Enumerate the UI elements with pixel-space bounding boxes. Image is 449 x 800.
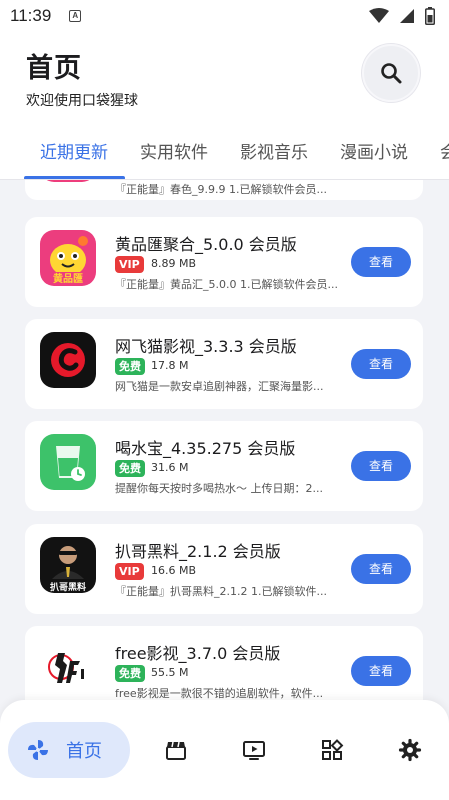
app-description: 『正能量』春色_9.9.9 1.已解锁软件会员... [115,183,327,196]
svg-text:扒哥黑料: 扒哥黑料 [50,581,86,593]
view-button[interactable]: 查看 [351,451,411,481]
app-name: 喝水宝_4.35.275 会员版 [115,439,296,458]
tab-comics-novels[interactable]: 漫画小说 [340,138,408,163]
search-button[interactable] [362,44,420,102]
vip-badge: VIP [115,256,144,273]
tab-recent-updates[interactable]: 近期更新 [40,138,108,163]
app-description: free影视是一款很不错的追剧软件，软件... [115,687,324,700]
status-time: 11:39 [10,6,52,25]
app-size: 55.5 M [151,666,189,679]
app-description: 『正能量』黄品汇_5.0.0 1.已解锁软件会员... [115,278,338,291]
list-item[interactable]: 黄品匯 黄品匯聚合_5.0.0 会员版 VIP 8.89 MB 『正能量』黄品汇… [25,217,423,307]
nav-settings-button[interactable] [396,736,424,764]
app-icon [40,180,96,182]
settings-gear-icon [398,738,422,762]
status-bar: 11:39 A [0,0,449,32]
notification-a-icon: A [69,10,82,22]
page-subtitle: 欢迎使用口袋猩球 [26,93,138,109]
tv-play-icon [243,741,265,760]
app-description: 『正能量』扒哥黑料_2.1.2 1.已解锁软件... [115,585,327,598]
nav-home-label: 首页 [66,741,102,762]
list-item[interactable]: free影视_3.7.0 会员版 免费 55.5 M free影视是一款很不错的… [25,626,423,700]
app-size: 16.6 MB [151,564,197,577]
grid-apps-icon [322,739,344,760]
page-title: 首页 [26,53,82,84]
view-button[interactable]: 查看 [351,247,411,277]
free-badge: 免费 [115,460,145,477]
free-video-app-icon [40,639,96,695]
app-description: 网飞猫是一款安卓追剧神器，汇聚海量影... [115,380,324,393]
category-tabs: 近期更新 实用软件 影视音乐 漫画小说 会 [0,130,449,180]
view-button[interactable]: 查看 [351,554,411,584]
cellular-signal-icon [400,9,414,23]
header: 首页 欢迎使用口袋猩球 [0,32,449,130]
nav-home-button[interactable]: 首页 [8,722,130,778]
app-name: 黄品匯聚合_5.0.0 会员版 [115,235,297,254]
vip-badge: VIP [115,563,144,580]
film-box-icon [166,741,186,760]
app-name: free影视_3.7.0 会员版 [115,644,281,663]
bottom-navigation: 首页 [0,700,449,800]
app-size: 31.6 M [151,461,189,474]
pinwheel-icon [28,740,48,760]
app-name: 网飞猫影视_3.3.3 会员版 [115,337,297,356]
huangpinhui-app-icon: 黄品匯 [40,230,96,286]
app-size: 17.8 M [151,359,189,372]
nav-videos-button[interactable] [162,736,190,764]
list-item[interactable]: 喝水宝_4.35.275 会员版 免费 31.6 M 提醒你每天按时多喝热水～ … [25,421,423,511]
tab-utility-software[interactable]: 实用软件 [140,138,208,163]
nav-tv-button[interactable] [240,736,268,764]
battery-icon [425,7,435,25]
list-item[interactable]: 『正能量』春色_9.9.9 1.已解锁软件会员... [25,180,423,200]
tab-more[interactable]: 会 [440,138,449,163]
app-description: 提醒你每天按时多喝热水～ 上传日期：2... [115,482,323,495]
netflixcat-app-icon [40,332,96,388]
bage-heiliao-app-icon: 扒哥黑料 [40,537,96,593]
view-button[interactable]: 查看 [351,656,411,686]
svg-text:黄品匯: 黄品匯 [53,272,83,285]
list-item[interactable]: 扒哥黑料 扒哥黑料_2.1.2 会员版 VIP 16.6 MB 『正能量』扒哥黑… [25,524,423,614]
wifi-icon [369,8,389,23]
app-list[interactable]: 『正能量』春色_9.9.9 1.已解锁软件会员... 黄品匯 黄品匯聚合_5.0… [0,180,449,700]
app-name: 扒哥黑料_2.1.2 会员版 [115,542,281,561]
water-reminder-app-icon [40,434,96,490]
free-badge: 免费 [115,358,145,375]
search-icon [381,63,402,84]
free-badge: 免费 [115,665,145,682]
view-button[interactable]: 查看 [351,349,411,379]
status-icons [369,7,435,25]
list-item[interactable]: 网飞猫影视_3.3.3 会员版 免费 17.8 M 网飞猫是一款安卓追剧神器，汇… [25,319,423,409]
app-size: 8.89 MB [151,257,197,270]
nav-apps-button[interactable] [318,736,346,764]
tab-video-music[interactable]: 影视音乐 [240,138,308,163]
